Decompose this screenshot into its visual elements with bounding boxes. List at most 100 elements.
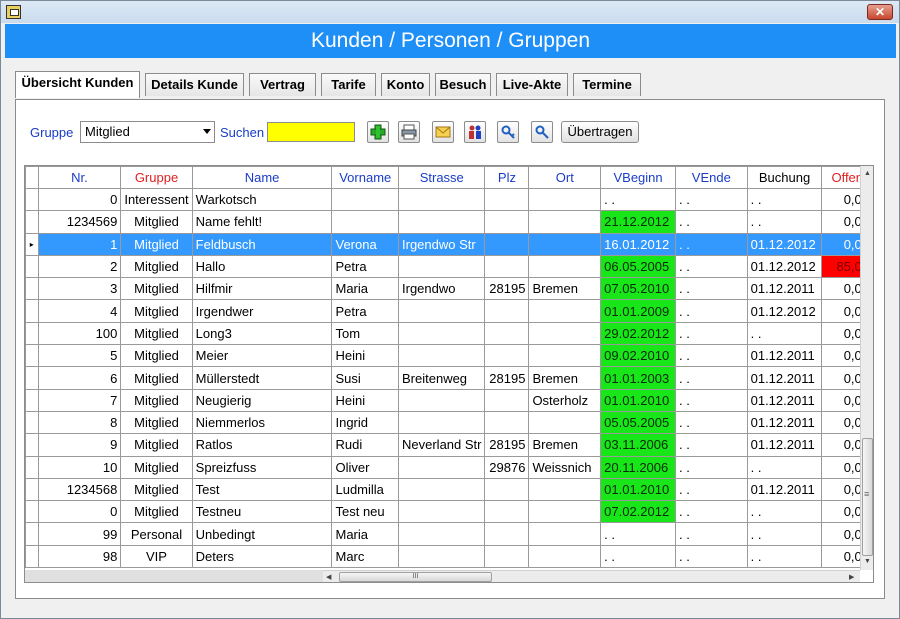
- tab-vertrag[interactable]: Vertrag: [249, 73, 316, 96]
- cell-nr[interactable]: 4: [37, 299, 122, 323]
- table-row[interactable]: 2 Mitglied Hallo Petra 06.05.2005 . . 01.12.2…: [25, 254, 873, 279]
- cell-gruppe[interactable]: Mitglied: [120, 433, 193, 457]
- cell-name[interactable]: Spreizfuss: [191, 455, 333, 479]
- cell-vorname[interactable]: Oliver: [331, 455, 399, 479]
- cell-vbeginn[interactable]: 07.02.2012: [600, 500, 676, 524]
- table-row[interactable]: 4 Mitglied Irgendwer Petra 01.01.2009 . . 01.…: [25, 299, 873, 323]
- cell-vorname[interactable]: Ingrid: [331, 410, 399, 435]
- cell-vorname[interactable]: [331, 187, 399, 212]
- cell-gruppe[interactable]: Mitglied: [120, 254, 193, 279]
- cell-ort[interactable]: Bremen: [528, 277, 602, 301]
- cell-plz[interactable]: [484, 321, 530, 346]
- cell-vorname[interactable]: Tom: [331, 321, 399, 346]
- cell-plz[interactable]: [484, 210, 530, 234]
- tab-details-kunde[interactable]: Details Kunde: [145, 73, 244, 96]
- cell-strasse[interactable]: [397, 187, 486, 212]
- col-buchung[interactable]: Buchung: [746, 166, 823, 189]
- cell-vorname[interactable]: Marc: [331, 544, 399, 569]
- table-row[interactable]: 6 Mitglied Müllerstedt Susi Breitenweg 28195 B…: [25, 366, 873, 390]
- cell-vende[interactable]: . .: [675, 388, 748, 412]
- cell-name[interactable]: Unbedingt: [191, 522, 333, 546]
- table-row[interactable]: 99 Personal Unbedingt Maria . . . . . . 0,00: [25, 522, 873, 546]
- cell-strasse[interactable]: Breitenweg: [397, 366, 486, 390]
- col-gruppe[interactable]: Gruppe: [120, 166, 193, 189]
- row-indicator[interactable]: [25, 477, 39, 502]
- cell-ort[interactable]: [528, 299, 602, 323]
- cell-vbeginn[interactable]: 20.11.2006: [600, 455, 676, 479]
- cell-vbeginn[interactable]: 01.01.2009: [600, 299, 676, 323]
- cell-buchung[interactable]: . .: [746, 544, 823, 569]
- cell-nr[interactable]: 1: [37, 232, 122, 256]
- cell-buchung[interactable]: 01.12.2011: [746, 433, 823, 457]
- table-row[interactable]: 3 Mitglied Hilfmir Maria Irgendwo 28195 Bremen…: [25, 277, 873, 301]
- col-ort[interactable]: Ort: [528, 166, 602, 189]
- cell-strasse[interactable]: Irgendwo Str: [397, 232, 486, 256]
- row-indicator[interactable]: [25, 410, 39, 435]
- scroll-right-icon[interactable]: ▶: [849, 573, 854, 581]
- cell-vbeginn[interactable]: . .: [600, 522, 676, 546]
- cell-nr[interactable]: 9: [37, 433, 122, 457]
- vertical-scroll-thumb[interactable]: ≡: [862, 438, 873, 556]
- cell-ort[interactable]: Bremen: [528, 433, 602, 457]
- cell-nr[interactable]: 1234569: [37, 210, 122, 234]
- cell-plz[interactable]: [484, 544, 530, 569]
- cell-vorname[interactable]: Rudi: [331, 433, 399, 457]
- cell-vorname[interactable]: Maria: [331, 522, 399, 546]
- cell-strasse[interactable]: [397, 477, 486, 502]
- cell-vorname[interactable]: Ludmilla: [331, 477, 399, 502]
- cell-vbeginn[interactable]: 05.05.2005: [600, 410, 676, 435]
- cell-name[interactable]: Testneu: [191, 500, 333, 524]
- uebertragen-button[interactable]: Übertragen: [561, 121, 639, 143]
- cell-plz[interactable]: [484, 187, 530, 212]
- table-row[interactable]: 98 VIP Deters Marc . . . . . . 0,00: [25, 544, 873, 569]
- cell-vende[interactable]: . .: [675, 299, 748, 323]
- cell-nr[interactable]: 8: [37, 410, 122, 435]
- col-vende[interactable]: VEnde: [675, 166, 748, 189]
- customer-grid[interactable]: Nr. Gruppe Name Vorname Strasse Plz Ort …: [24, 165, 874, 583]
- cell-name[interactable]: Neugierig: [191, 388, 333, 412]
- cell-vbeginn[interactable]: 07.05.2010: [600, 277, 676, 301]
- cell-vorname[interactable]: Heini: [331, 388, 399, 412]
- cell-vende[interactable]: . .: [675, 187, 748, 212]
- cell-vorname[interactable]: Heini: [331, 344, 399, 368]
- scroll-up-icon[interactable]: ▲: [864, 170, 871, 177]
- cell-strasse[interactable]: [397, 344, 486, 368]
- cell-ort[interactable]: [528, 500, 602, 524]
- row-indicator[interactable]: [25, 522, 39, 546]
- cell-ort[interactable]: [528, 254, 602, 279]
- row-indicator[interactable]: [25, 500, 39, 524]
- row-indicator[interactable]: [25, 433, 39, 457]
- cell-vorname[interactable]: Susi: [331, 366, 399, 390]
- cell-name[interactable]: Hallo: [191, 254, 333, 279]
- tab-besuch[interactable]: Besuch: [435, 73, 491, 96]
- cell-buchung[interactable]: . .: [746, 500, 823, 524]
- cell-nr[interactable]: 10: [37, 455, 122, 479]
- cell-strasse[interactable]: [397, 455, 486, 479]
- cell-vende[interactable]: . .: [675, 500, 748, 524]
- cell-strasse[interactable]: Irgendwo: [397, 277, 486, 301]
- cell-buchung[interactable]: 01.12.2011: [746, 410, 823, 435]
- scroll-left-icon[interactable]: ◀: [326, 573, 331, 581]
- table-row[interactable]: 0 Mitglied Testneu Test neu 07.02.2012 . . .…: [25, 500, 873, 524]
- cell-plz[interactable]: [484, 522, 530, 546]
- cell-gruppe[interactable]: Mitglied: [120, 299, 193, 323]
- group-button[interactable]: [464, 121, 486, 143]
- cell-gruppe[interactable]: Interessent: [120, 187, 193, 212]
- row-indicator[interactable]: [25, 544, 39, 569]
- cell-vende[interactable]: . .: [675, 522, 748, 546]
- close-button[interactable]: ✕: [867, 4, 893, 20]
- cell-buchung[interactable]: . .: [746, 522, 823, 546]
- cell-gruppe[interactable]: Mitglied: [120, 388, 193, 412]
- cell-name[interactable]: Long3: [191, 321, 333, 346]
- cell-vorname[interactable]: Test neu: [331, 500, 399, 524]
- cell-plz[interactable]: [484, 232, 530, 256]
- cell-ort[interactable]: [528, 522, 602, 546]
- cell-buchung[interactable]: 01.12.2012: [746, 299, 823, 323]
- cell-vbeginn[interactable]: . .: [600, 544, 676, 569]
- row-indicator[interactable]: [25, 210, 39, 234]
- cell-vende[interactable]: . .: [675, 277, 748, 301]
- cell-strasse[interactable]: [397, 410, 486, 435]
- cell-nr[interactable]: 0: [37, 187, 122, 212]
- cell-buchung[interactable]: 01.12.2011: [746, 344, 823, 368]
- cell-vbeginn[interactable]: 09.02.2010: [600, 344, 676, 368]
